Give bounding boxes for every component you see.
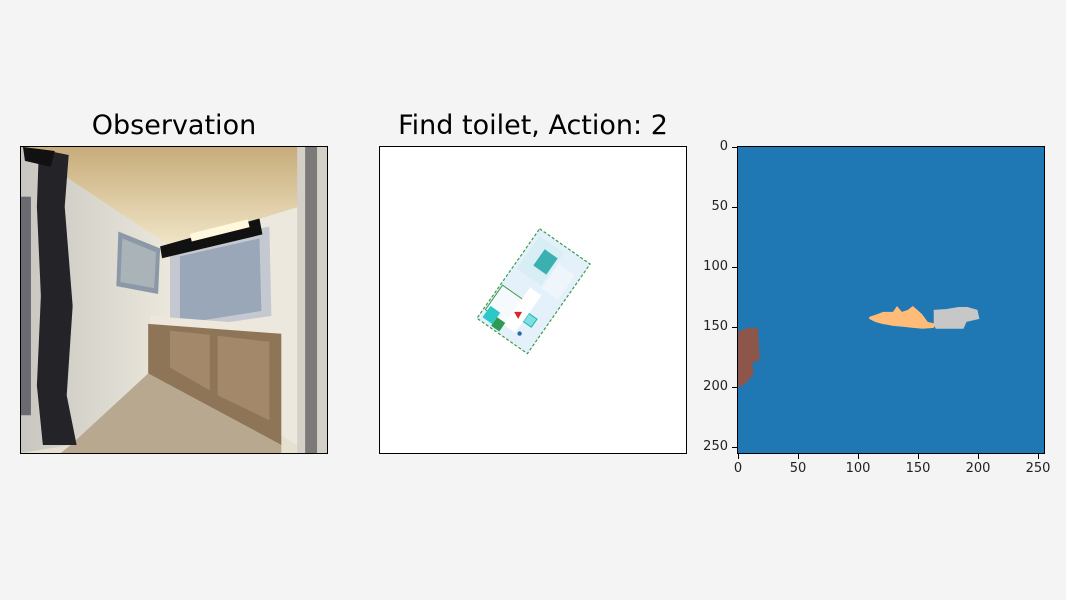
y-tick-label: 250 — [703, 439, 728, 454]
semantic-map — [737, 146, 1045, 454]
x-tick-label: 50 — [789, 461, 807, 476]
y-tick-label: 100 — [703, 259, 728, 274]
semantic-region-brown — [738, 327, 760, 388]
x-tick-label: 250 — [1025, 461, 1051, 476]
y-tick-label: 50 — [711, 199, 728, 214]
observation-image — [20, 146, 328, 454]
semantic-region-gray — [933, 306, 980, 329]
x-tick-label: 0 — [733, 461, 743, 476]
observation-title: Observation — [91, 110, 257, 141]
top-down-map — [379, 146, 687, 454]
y-tick-label: 0 — [719, 139, 728, 154]
x-tick-label: 100 — [845, 461, 871, 476]
x-tick-label: 200 — [965, 461, 991, 476]
map-title: Find toilet, Action: 2 — [398, 110, 668, 141]
y-tick-label: 200 — [703, 379, 728, 394]
x-tick-label: 150 — [905, 461, 931, 476]
y-tick-label: 150 — [703, 319, 728, 334]
semantic-region-orange — [869, 305, 936, 329]
